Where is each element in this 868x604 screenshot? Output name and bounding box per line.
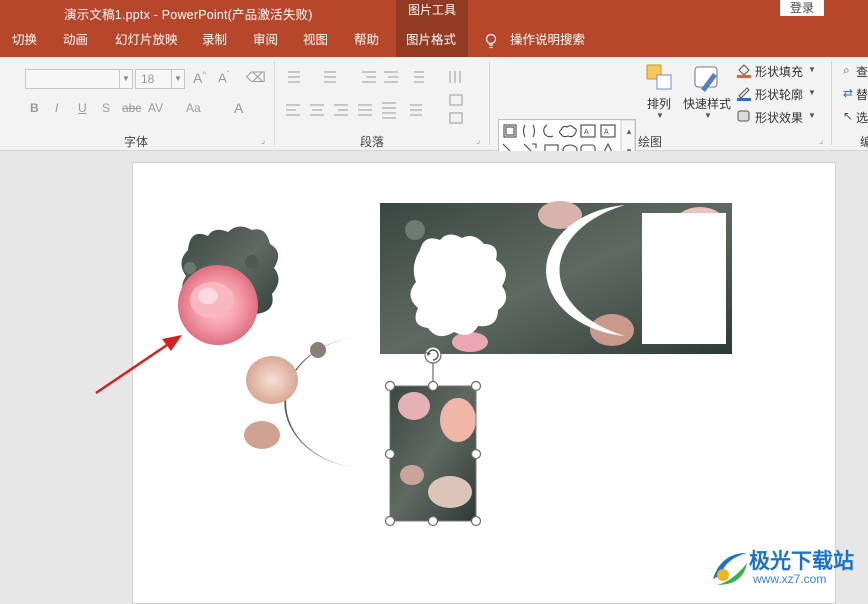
selected-picture[interactable] xyxy=(389,385,477,522)
watermark-logo-icon xyxy=(713,553,747,585)
rectangle-picture[interactable] xyxy=(380,201,732,354)
moon-shaped-picture[interactable] xyxy=(244,337,358,468)
annotation-arrow xyxy=(95,335,182,395)
watermark: 极光下载站 www.xz7.com xyxy=(705,545,868,595)
watermark-name: 极光下载站 xyxy=(749,549,854,573)
cloud-shaped-picture[interactable] xyxy=(178,226,279,345)
rotate-handle-icon[interactable] xyxy=(424,346,442,364)
watermark-url: www.xz7.com xyxy=(753,572,827,586)
slide-content xyxy=(95,201,732,527)
